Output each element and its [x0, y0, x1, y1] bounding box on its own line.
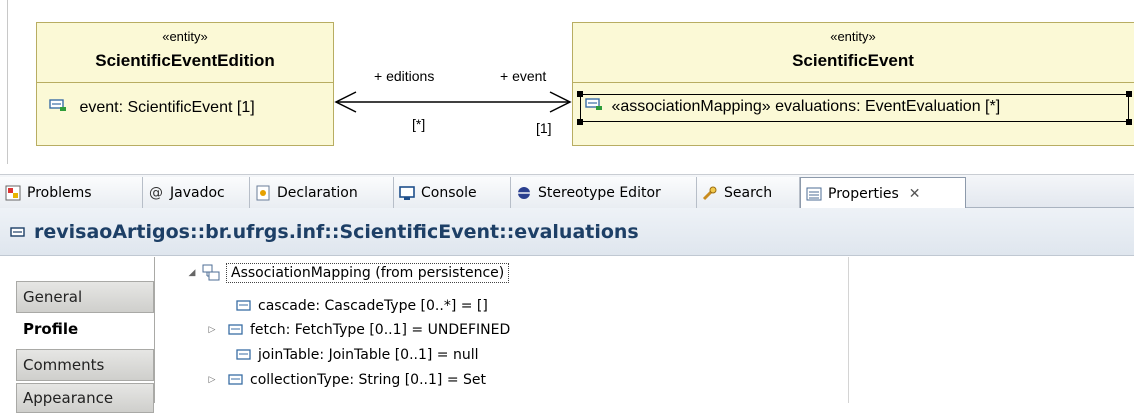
console-icon — [398, 184, 416, 202]
tab-label: Javadoc — [170, 184, 225, 201]
stereotype-icon — [515, 184, 533, 202]
class-stereotype: «entity» — [830, 29, 876, 44]
stereotype-application-icon — [202, 264, 220, 282]
attribute-icon — [585, 97, 603, 116]
tab-javadoc[interactable]: @ Javadoc — [143, 177, 250, 208]
problems-icon — [4, 184, 22, 202]
selection-handle[interactable] — [577, 91, 583, 97]
class-name: ScientificEventEdition — [95, 51, 275, 70]
attribute-text: «associationMapping» evaluations: EventE… — [611, 97, 1001, 115]
tab-search[interactable]: Search — [697, 177, 800, 208]
expand-icon[interactable]: ▷ — [206, 325, 218, 335]
tree-item-label: joinTable: JoinTable [0..1] = null — [258, 347, 479, 363]
property-icon — [236, 349, 252, 361]
selected-attribute-row[interactable]: «associationMapping» evaluations: EventE… — [585, 97, 1000, 116]
class-stereotype: «entity» — [162, 29, 208, 44]
tab-properties[interactable]: Properties ✕ — [800, 177, 966, 210]
association-role-right: + event — [500, 68, 547, 84]
selection-handle[interactable] — [577, 119, 583, 125]
tab-label: Stereotype Editor — [538, 184, 661, 201]
class-scientific-event-edition[interactable]: «entity» ScientificEventEdition event: S… — [36, 22, 334, 146]
selection-handle[interactable] — [1126, 91, 1132, 97]
properties-header: revisaoArtigos::br.ufrgs.inf::Scientific… — [0, 208, 1134, 256]
tab-label: Search — [724, 184, 773, 201]
properties-column-divider — [848, 257, 849, 403]
nav-divider — [154, 257, 155, 403]
tree-item-jointable[interactable]: joinTable: JoinTable [0..1] = null — [220, 343, 479, 367]
nav-profile[interactable]: Profile — [16, 313, 154, 345]
class-compartment-divider — [37, 82, 333, 83]
tree-item-collectiontype[interactable]: ▷ collectionType: String [0..1] = Set — [206, 368, 486, 392]
tab-problems[interactable]: Problems — [0, 177, 143, 208]
close-icon[interactable]: ✕ — [909, 186, 921, 202]
nav-general[interactable]: General — [16, 281, 154, 313]
tree-item-label: fetch: FetchType [0..1] = UNDEFINED — [250, 322, 511, 338]
property-icon — [228, 324, 244, 336]
tab-label: Console — [421, 184, 477, 201]
tab-declaration[interactable]: Declaration — [250, 177, 394, 208]
class-compartment-divider — [573, 82, 1134, 83]
nav-appearance[interactable]: Appearance — [16, 383, 154, 413]
association-role-left: + editions — [374, 68, 435, 84]
javadoc-icon: @ — [149, 184, 163, 201]
attribute-icon — [49, 98, 67, 117]
tree-root-label: AssociationMapping (from persistence) — [226, 263, 510, 283]
tab-console[interactable]: Console — [394, 177, 511, 208]
properties-title: revisaoArtigos::br.ufrgs.inf::Scientific… — [34, 220, 639, 243]
selection-handle[interactable] — [1126, 119, 1132, 125]
expand-icon[interactable]: ▷ — [206, 375, 218, 385]
tree-item-cascade[interactable]: cascade: CascadeType [0..*] = [] — [220, 294, 488, 318]
class-name: ScientificEvent — [792, 51, 914, 70]
tab-label: Properties — [828, 186, 899, 202]
class-scientific-event[interactable]: «entity» ScientificEvent — [572, 22, 1134, 146]
tab-stereotype-editor[interactable]: Stereotype Editor — [511, 177, 697, 208]
search-icon — [701, 184, 719, 202]
association-line[interactable] — [334, 90, 574, 114]
diagram-left-ruler — [0, 0, 8, 164]
tab-label: Declaration — [277, 184, 358, 201]
class-attribute-row[interactable]: event: ScientificEvent [1] — [49, 98, 255, 117]
association-multiplicity-left: [*] — [412, 116, 426, 132]
tree-root-row[interactable]: ◢ AssociationMapping (from persistence) — [186, 261, 510, 285]
view-tab-strip: Problems @ Javadoc Declaration Console S… — [0, 174, 1134, 210]
nav-margin — [0, 257, 16, 403]
association-multiplicity-right: [1] — [536, 120, 552, 136]
attribute-text: event: ScientificEvent [1] — [79, 98, 255, 116]
tree-item-fetch[interactable]: ▷ fetch: FetchType [0..1] = UNDEFINED — [206, 318, 511, 342]
property-icon — [236, 300, 252, 312]
attribute-icon — [10, 225, 26, 239]
property-icon — [228, 374, 244, 386]
collapse-icon[interactable]: ◢ — [186, 268, 198, 278]
nav-comments[interactable]: Comments — [16, 349, 154, 381]
declaration-icon — [254, 184, 272, 202]
properties-icon — [805, 185, 823, 203]
tree-item-label: cascade: CascadeType [0..*] = [] — [258, 298, 488, 314]
tab-label: Problems — [27, 184, 92, 201]
tree-item-label: collectionType: String [0..1] = Set — [250, 372, 486, 388]
